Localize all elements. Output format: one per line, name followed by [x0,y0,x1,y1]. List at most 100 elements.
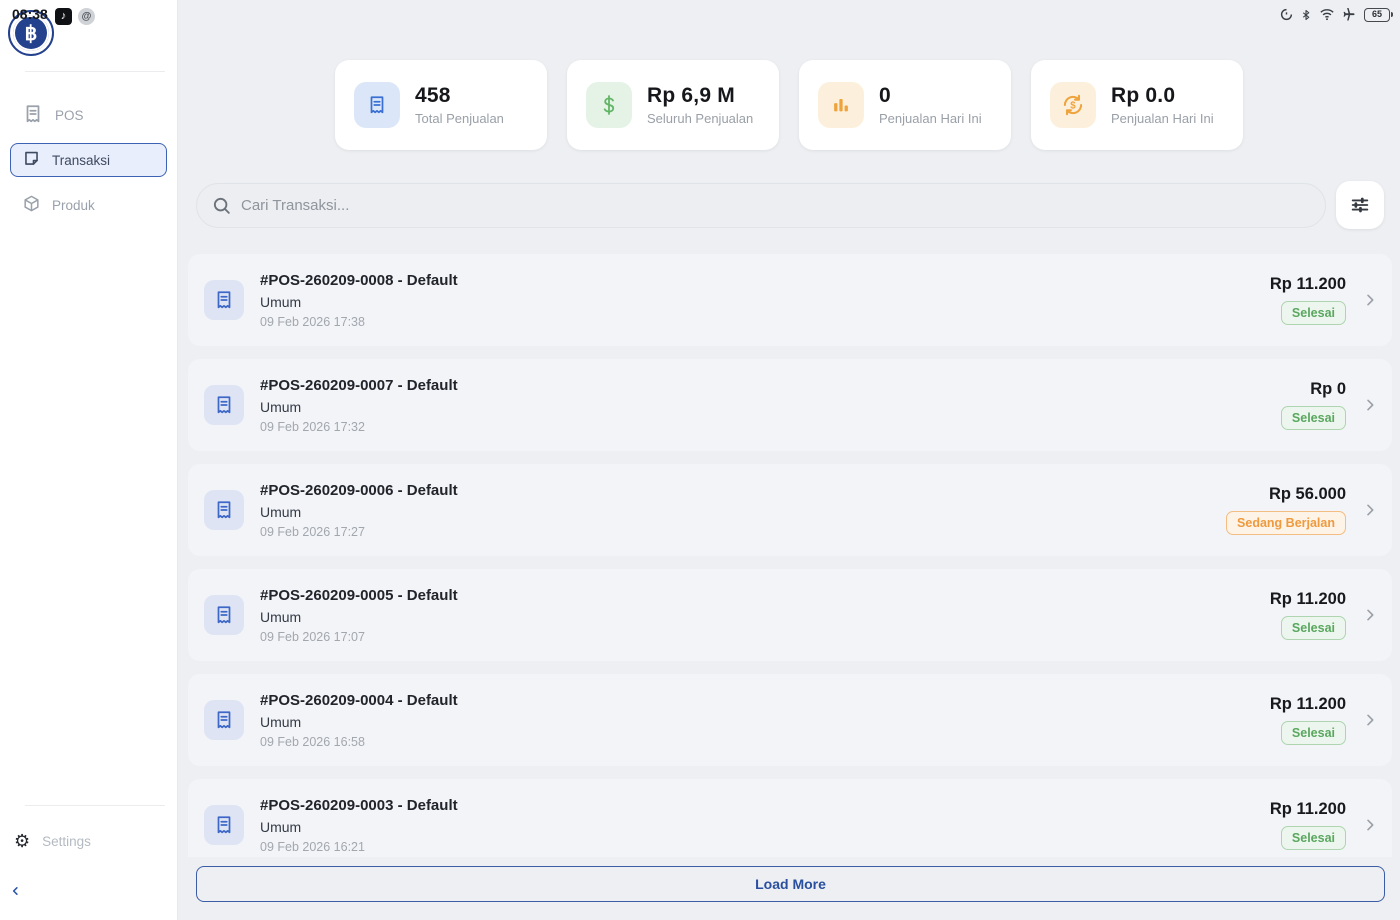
transaction-list: #POS-260209-0008 - Default Umum 09 Feb 2… [178,254,1400,857]
transaction-datetime: 09 Feb 2026 17:38 [260,315,458,329]
receipt-icon [204,490,244,530]
transaction-info: #POS-260209-0007 - Default Umum 09 Feb 2… [260,377,458,434]
sidebar-nav-item[interactable]: Produk [10,188,167,222]
sidebar-item-icon [22,103,44,128]
search-input[interactable] [196,183,1326,228]
search-row [178,181,1400,229]
stat-card: 458 Total Penjualan [335,60,547,150]
transaction-id: #POS-260209-0006 - Default [260,482,458,499]
stat-card-icon [354,82,400,128]
status-badge: Selesai [1281,616,1346,640]
transaction-summary: Rp 0 Selesai [1281,380,1346,430]
transaction-summary: Rp 11.200 Selesai [1270,695,1346,745]
sidebar: ฿ POS Transaksi Produk ⚙ Settings [0,0,178,920]
receipt-icon [204,280,244,320]
settings-label: Settings [42,834,91,849]
stat-label: Total Penjualan [415,111,504,126]
chevron-right-icon[interactable] [1362,817,1378,833]
chevron-right-icon[interactable] [1362,292,1378,308]
transaction-row[interactable]: #POS-260209-0008 - Default Umum 09 Feb 2… [188,254,1392,346]
bitcoin-logo-glyph: ฿ [13,15,49,51]
receipt-icon [204,700,244,740]
stat-card: 0 Penjualan Hari Ini [799,60,1011,150]
svg-text:$: $ [1070,100,1076,111]
search-icon [211,195,232,216]
stat-value: Rp 6,9 M [647,84,753,108]
transaction-row[interactable]: #POS-260209-0007 - Default Umum 09 Feb 2… [188,359,1392,451]
transaction-customer: Umum [260,399,458,415]
transaction-customer: Umum [260,714,458,730]
transaction-customer: Umum [260,294,458,310]
stat-card: Rp 6,9 M Seluruh Penjualan [567,60,779,150]
transaction-info: #POS-260209-0004 - Default Umum 09 Feb 2… [260,692,458,749]
sidebar-divider-top [25,71,165,72]
transaction-summary: Rp 11.200 Selesai [1270,275,1346,325]
transaction-datetime: 09 Feb 2026 17:32 [260,420,458,434]
stat-label: Seluruh Penjualan [647,111,753,126]
chevron-left-icon [10,885,21,897]
filter-sliders-icon [1349,194,1371,216]
transaction-customer: Umum [260,504,458,520]
transaction-amount: Rp 11.200 [1270,590,1346,609]
transaction-summary: Rp 11.200 Selesai [1270,590,1346,640]
transaction-datetime: 09 Feb 2026 17:07 [260,630,458,644]
load-more-button[interactable]: Load More [196,866,1385,902]
sidebar-item-label: POS [55,108,84,123]
search-wrap [196,183,1326,228]
sidebar-item-label: Transaksi [52,153,110,168]
sidebar-collapse-button[interactable] [10,884,21,902]
receipt-icon [204,595,244,635]
transaction-id: #POS-260209-0004 - Default [260,692,458,709]
transaction-customer: Umum [260,819,458,835]
transaction-row[interactable]: #POS-260209-0006 - Default Umum 09 Feb 2… [188,464,1392,556]
transaction-summary: Rp 56.000 Sedang Berjalan [1226,485,1346,535]
transaction-id: #POS-260209-0008 - Default [260,272,458,289]
stat-card-icon: $ [1050,82,1096,128]
transaction-id: #POS-260209-0003 - Default [260,797,458,814]
transaction-row[interactable]: #POS-260209-0005 - Default Umum 09 Feb 2… [188,569,1392,661]
transaction-customer: Umum [260,609,458,625]
status-badge: Selesai [1281,406,1346,430]
status-badge: Selesai [1281,301,1346,325]
transaction-amount: Rp 56.000 [1269,485,1346,504]
sidebar-divider-bottom [25,805,165,806]
sidebar-item-settings[interactable]: ⚙ Settings [14,832,91,850]
transaction-info: #POS-260209-0006 - Default Umum 09 Feb 2… [260,482,458,539]
chevron-right-icon[interactable] [1362,502,1378,518]
chevron-right-icon[interactable] [1362,607,1378,623]
sidebar-nav-item[interactable]: POS [10,98,167,132]
transaction-row[interactable]: #POS-260209-0003 - Default Umum 09 Feb 2… [188,779,1392,857]
stat-value: Rp 0.0 [1111,84,1214,108]
sidebar-item-icon [22,149,41,171]
chevron-right-icon[interactable] [1362,397,1378,413]
transaction-id: #POS-260209-0005 - Default [260,587,458,604]
stats-cards: 458 Total Penjualan Rp 6,9 M Seluruh Pen… [178,60,1400,150]
transaction-info: #POS-260209-0005 - Default Umum 09 Feb 2… [260,587,458,644]
receipt-icon [204,805,244,845]
chevron-right-icon[interactable] [1362,712,1378,728]
main-content: 458 Total Penjualan Rp 6,9 M Seluruh Pen… [178,0,1400,920]
bitcoin-logo: ฿ [8,10,54,56]
stat-card-icon [586,82,632,128]
stat-value: 0 [879,84,982,108]
transaction-amount: Rp 11.200 [1270,800,1346,819]
sidebar-nav-item[interactable]: Transaksi [10,143,167,177]
stat-value: 458 [415,84,504,108]
filter-button[interactable] [1336,181,1384,229]
transaction-datetime: 09 Feb 2026 16:58 [260,735,458,749]
transaction-id: #POS-260209-0007 - Default [260,377,458,394]
transaction-amount: Rp 0 [1310,380,1346,399]
status-badge: Sedang Berjalan [1226,511,1346,535]
receipt-icon [204,385,244,425]
transaction-info: #POS-260209-0003 - Default Umum 09 Feb 2… [260,797,458,854]
transaction-row[interactable]: #POS-260209-0004 - Default Umum 09 Feb 2… [188,674,1392,766]
transaction-datetime: 09 Feb 2026 17:27 [260,525,458,539]
transaction-datetime: 09 Feb 2026 16:21 [260,840,458,854]
stat-label: Penjualan Hari Ini [879,111,982,126]
transaction-amount: Rp 11.200 [1270,695,1346,714]
transaction-amount: Rp 11.200 [1270,275,1346,294]
status-badge: Selesai [1281,826,1346,850]
stat-card-icon [818,82,864,128]
sidebar-item-icon [22,194,41,216]
transaction-info: #POS-260209-0008 - Default Umum 09 Feb 2… [260,272,458,329]
